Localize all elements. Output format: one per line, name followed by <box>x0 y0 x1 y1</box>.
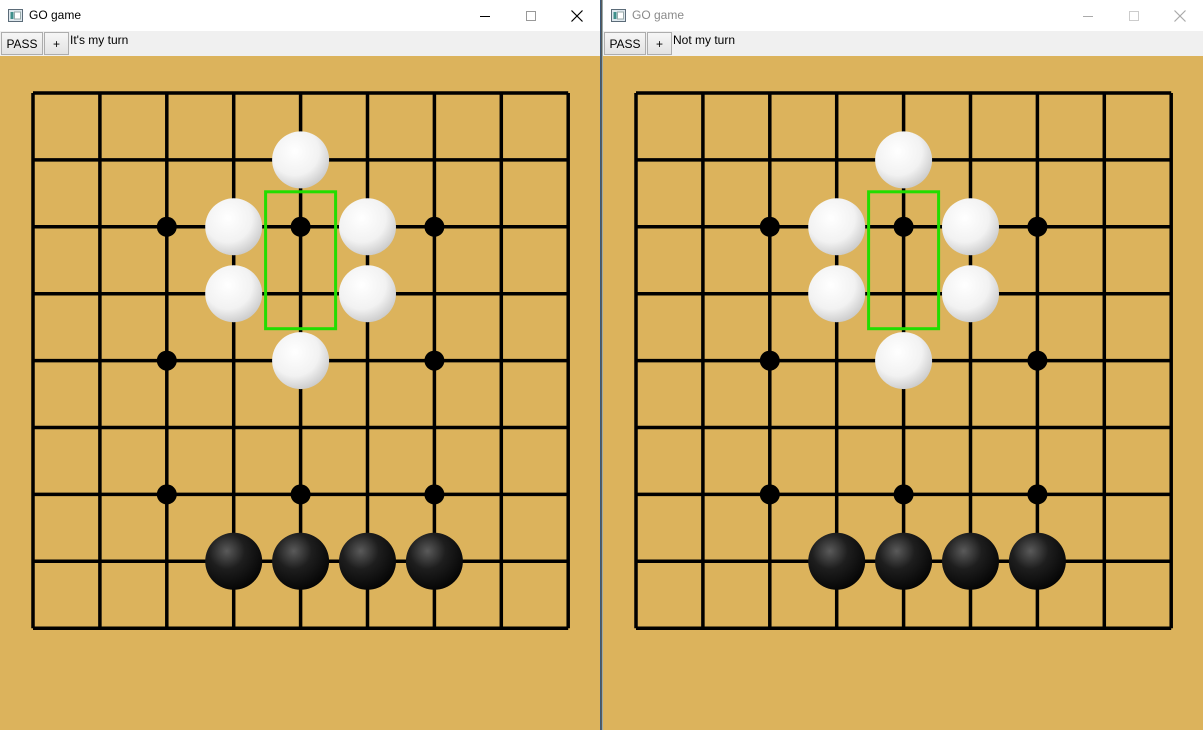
go-board[interactable] <box>603 56 1203 730</box>
black-stone <box>205 532 263 590</box>
add-button[interactable]: + <box>44 32 69 55</box>
white-stone <box>205 198 263 256</box>
star-point <box>156 484 177 505</box>
go-board-area[interactable] <box>603 56 1203 730</box>
go-game-window-left: GO game PASS + It's my turn <box>0 0 601 730</box>
go-board[interactable] <box>0 56 601 730</box>
black-stone <box>875 532 933 590</box>
star-point <box>1027 350 1048 371</box>
maximize-icon <box>526 10 536 21</box>
star-point <box>893 216 914 237</box>
white-stone <box>875 131 933 189</box>
star-point <box>156 216 177 237</box>
white-stone <box>339 265 396 323</box>
close-icon <box>571 9 583 22</box>
white-stone <box>205 265 263 323</box>
white-stone <box>942 198 999 256</box>
minimize-icon <box>1083 15 1093 17</box>
white-stone <box>339 198 396 256</box>
star-point <box>1027 216 1048 237</box>
go-board-area[interactable] <box>0 56 600 730</box>
white-stone <box>272 131 330 189</box>
title-bar[interactable]: GO game <box>603 0 1203 31</box>
star-point <box>424 350 445 371</box>
close-icon <box>1174 9 1186 22</box>
window-title: GO game <box>632 8 685 22</box>
maximize-icon <box>1129 10 1139 21</box>
white-stone <box>875 332 933 390</box>
black-stone <box>1008 532 1066 590</box>
add-button[interactable]: + <box>647 32 672 55</box>
white-stone <box>272 332 330 390</box>
star-point <box>290 216 311 237</box>
close-button[interactable] <box>554 0 600 31</box>
star-point <box>893 484 914 505</box>
star-point <box>290 484 311 505</box>
star-point <box>759 216 780 237</box>
pass-button[interactable]: PASS <box>1 32 43 55</box>
star-point <box>156 350 177 371</box>
turn-status: Not my turn <box>673 33 736 47</box>
white-stone <box>808 198 866 256</box>
black-stone <box>942 532 999 590</box>
toolbar: PASS + It's my turn <box>0 31 600 56</box>
black-stone <box>272 532 330 590</box>
white-stone <box>808 265 866 323</box>
minimize-button[interactable] <box>462 0 508 31</box>
maximize-button[interactable] <box>1111 0 1157 31</box>
star-point <box>759 350 780 371</box>
star-point <box>759 484 780 505</box>
window-title: GO game <box>29 8 82 22</box>
white-stone <box>942 265 999 323</box>
black-stone <box>405 532 463 590</box>
turn-status: It's my turn <box>70 33 129 47</box>
maximize-button[interactable] <box>508 0 554 31</box>
toolbar: PASS + Not my turn <box>603 31 1203 56</box>
star-point <box>424 484 445 505</box>
go-game-window-right: GO game PASS + Not my turn <box>602 0 1203 730</box>
title-bar[interactable]: GO game <box>0 0 600 31</box>
minimize-icon <box>480 15 490 17</box>
pass-button[interactable]: PASS <box>604 32 646 55</box>
black-stone <box>808 532 866 590</box>
app-window-icon <box>611 9 626 22</box>
app-window-icon <box>8 9 23 22</box>
close-button[interactable] <box>1157 0 1203 31</box>
star-point <box>1027 484 1048 505</box>
minimize-button[interactable] <box>1065 0 1111 31</box>
black-stone <box>339 532 396 590</box>
star-point <box>424 216 445 237</box>
